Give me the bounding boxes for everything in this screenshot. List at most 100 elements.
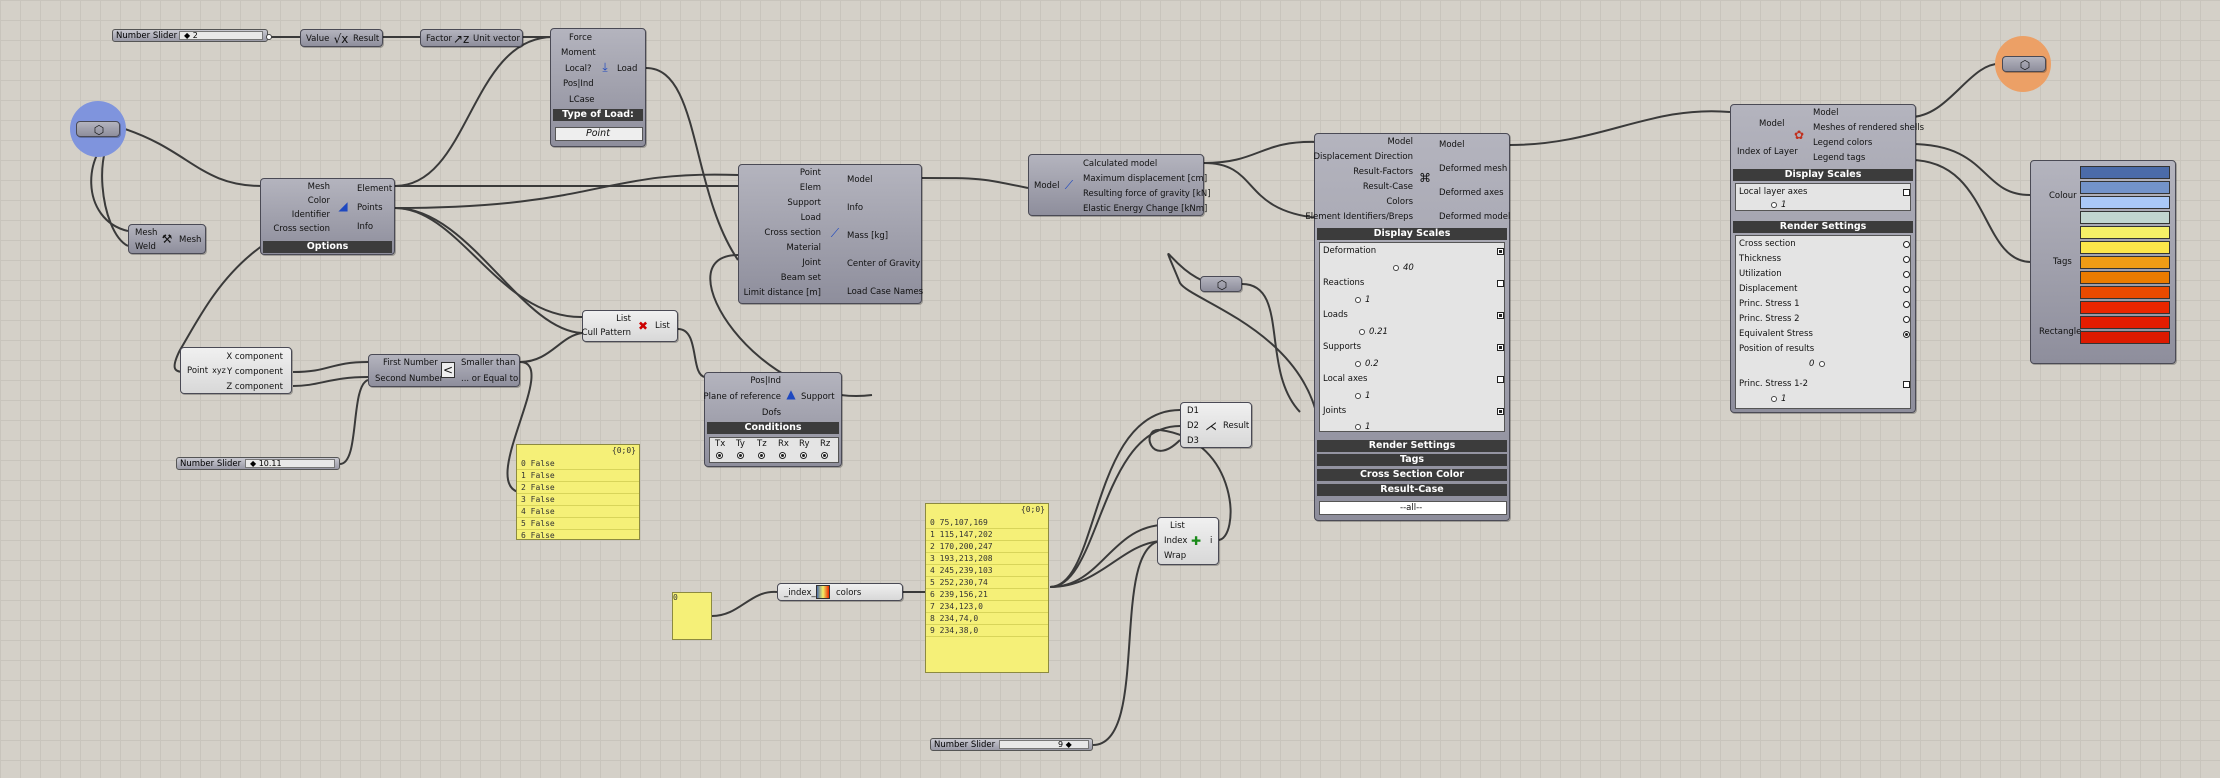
options-header[interactable]: Options: [263, 241, 392, 253]
preview-param[interactable]: ⬡: [2002, 56, 2046, 72]
dof-rz-toggle[interactable]: [821, 452, 828, 459]
value-component[interactable]: Value √x Result: [300, 29, 383, 47]
point-load-component[interactable]: Force Moment Local? Pos|Ind LCase ⤓ Load…: [550, 28, 646, 147]
scale-deformation-knob[interactable]: [1393, 265, 1399, 271]
dropdown-value: Point: [586, 128, 610, 139]
output-grip[interactable]: [266, 34, 272, 40]
index-panel[interactable]: 0: [672, 592, 712, 640]
gradient-icon: [816, 585, 830, 599]
input-d1: D1: [1187, 406, 1199, 416]
load-type-dropdown[interactable]: Point: [555, 127, 643, 141]
unit-vector-component[interactable]: Factor ↗z Unit vector: [420, 29, 523, 47]
option-princ-stress-1-radio[interactable]: [1903, 301, 1910, 308]
princ-stress-12-knob[interactable]: [1771, 396, 1777, 402]
render-settings-header[interactable]: Render Settings: [1317, 440, 1507, 452]
position-of-results-knob[interactable]: [1819, 361, 1825, 367]
display-scales-header[interactable]: Display Scales: [1317, 228, 1507, 240]
panel-path: {0;0}: [611, 446, 636, 455]
result-case-dropdown[interactable]: --all--: [1319, 501, 1507, 515]
model-view-component[interactable]: Model Displacement Direction Result-Fact…: [1305, 133, 1510, 521]
input-list: List: [1170, 521, 1185, 531]
list-item: 1 115,147,202: [926, 530, 1048, 541]
render-settings-header[interactable]: Render Settings: [1733, 221, 1913, 233]
option-cross-section-radio[interactable]: [1903, 241, 1910, 248]
princ-stress-12-checkbox[interactable]: [1903, 381, 1910, 388]
option-displacement-radio[interactable]: [1903, 286, 1910, 293]
input-plane: Plane of reference: [703, 392, 782, 402]
boolean-panel[interactable]: {0;0} 0 False 1 False 2 False 3 False 4 …: [516, 444, 640, 540]
smaller-than-component[interactable]: First Number Second Number < Smaller tha…: [368, 354, 520, 387]
scale-joints-knob[interactable]: [1355, 424, 1361, 430]
input-point: Point: [799, 168, 821, 178]
mesh-to-beam-component[interactable]: Mesh Color Identifier Cross section ◢ El…: [260, 178, 395, 255]
scale-loads-checkbox[interactable]: [1497, 312, 1504, 319]
colors-panel[interactable]: {0;0} 0 75,107,169 1 115,147,202 2 170,2…: [925, 503, 1049, 673]
scale-joints-checkbox[interactable]: [1497, 408, 1504, 415]
option-utilization-radio[interactable]: [1903, 271, 1910, 278]
scale-reactions-knob[interactable]: [1355, 297, 1361, 303]
list-item: 4 False: [517, 507, 639, 518]
input-cross-section: Cross section: [273, 224, 330, 234]
gradient-component[interactable]: _index_ colors: [777, 583, 903, 601]
tags-header[interactable]: Tags: [1317, 454, 1507, 466]
dof-tz-toggle[interactable]: [758, 452, 765, 459]
result-param[interactable]: ⬡: [1200, 276, 1242, 292]
scale-loads-knob[interactable]: [1359, 329, 1365, 335]
local-layer-axes-knob[interactable]: [1771, 202, 1777, 208]
scale-joints-label: Joints: [1323, 406, 1347, 416]
legend-swatch: [2080, 166, 2170, 179]
number-slider[interactable]: Number Slider ◆ 10.11: [176, 457, 340, 470]
dof-ty-toggle[interactable]: [737, 452, 744, 459]
scale-reactions-checkbox[interactable]: [1497, 280, 1504, 287]
mesh-weld-component[interactable]: Mesh Weld ⚒ Mesh: [128, 224, 206, 254]
scale-supports-checkbox[interactable]: [1497, 344, 1504, 351]
slider-track[interactable]: ◆ 2: [179, 31, 263, 40]
analysis-component[interactable]: Model ⟋ Calculated model Maximum displac…: [1028, 154, 1211, 216]
dof-tx-toggle[interactable]: [716, 452, 723, 459]
deconstruct-point-component[interactable]: Point xyz X component Y component Z comp…: [180, 347, 292, 394]
assemble-model-component[interactable]: Point Elem Support Load Cross section Ma…: [738, 164, 923, 304]
scale-supports-value: 0.2: [1365, 359, 1379, 369]
mesh-param[interactable]: ⬡: [76, 121, 120, 137]
merge-component[interactable]: D1 D2 D3 ⋌ Result: [1180, 402, 1252, 448]
result-case-header[interactable]: Result-Case: [1317, 484, 1507, 496]
option-princ-stress-2-radio[interactable]: [1903, 316, 1910, 323]
list-item: 7 234,123,0: [926, 602, 1048, 613]
cull-icon: ✖: [637, 319, 649, 333]
input-lcase: LCase: [569, 95, 595, 105]
weld-icon: ⚒: [161, 232, 173, 246]
support-component[interactable]: Pos|Ind Plane of reference Dofs ▲ Suppor…: [704, 372, 842, 467]
scale-local-axes-checkbox[interactable]: [1497, 376, 1504, 383]
list-item-component[interactable]: List Index Wrap ✚ i: [1157, 517, 1219, 565]
scale-supports-knob[interactable]: [1355, 361, 1361, 367]
option-displacement: Displacement: [1739, 284, 1798, 294]
list-item: 8 234,74,0: [926, 614, 1048, 625]
display-scales-header[interactable]: Display Scales: [1733, 169, 1913, 181]
dof-ry-toggle[interactable]: [800, 452, 807, 459]
number-slider[interactable]: Number Slider ◆ 2: [112, 29, 268, 42]
legend-swatch: [2080, 241, 2170, 254]
list-item: 2 170,200,247: [926, 542, 1048, 553]
output-info: Info: [357, 222, 374, 232]
cross-section-color-header[interactable]: Cross Section Color: [1317, 469, 1507, 481]
scale-local-axes-knob[interactable]: [1355, 393, 1361, 399]
shell-view-component[interactable]: Model Index of Layer ✿ Model Meshes of r…: [1730, 104, 1924, 413]
number-slider[interactable]: Number Slider 9 ◆: [930, 738, 1093, 751]
option-equivalent-stress-radio[interactable]: [1903, 331, 1910, 338]
slider-track[interactable]: ◆ 10.11: [245, 459, 335, 468]
input-cull-pattern: Cull Pattern: [581, 328, 631, 338]
output-z: Z component: [226, 382, 283, 392]
local-layer-axes-checkbox[interactable]: [1903, 189, 1910, 196]
output-label: Unit vector: [473, 34, 520, 44]
input-elem: Elem: [799, 183, 821, 193]
option-thickness-radio[interactable]: [1903, 256, 1910, 263]
scale-supports-label: Supports: [1323, 342, 1362, 352]
output-cog: Center of Gravity: [847, 259, 921, 269]
output-deformed-mesh: Deformed mesh: [1439, 164, 1508, 174]
slider-label: Number Slider: [934, 740, 996, 750]
local-layer-axes-label: Local layer axes: [1739, 187, 1808, 197]
scale-deformation-checkbox[interactable]: [1497, 248, 1504, 255]
slider-track[interactable]: 9 ◆: [999, 740, 1089, 749]
cull-pattern-component[interactable]: List Cull Pattern ✖ List: [582, 310, 678, 342]
dof-rx-toggle[interactable]: [779, 452, 786, 459]
